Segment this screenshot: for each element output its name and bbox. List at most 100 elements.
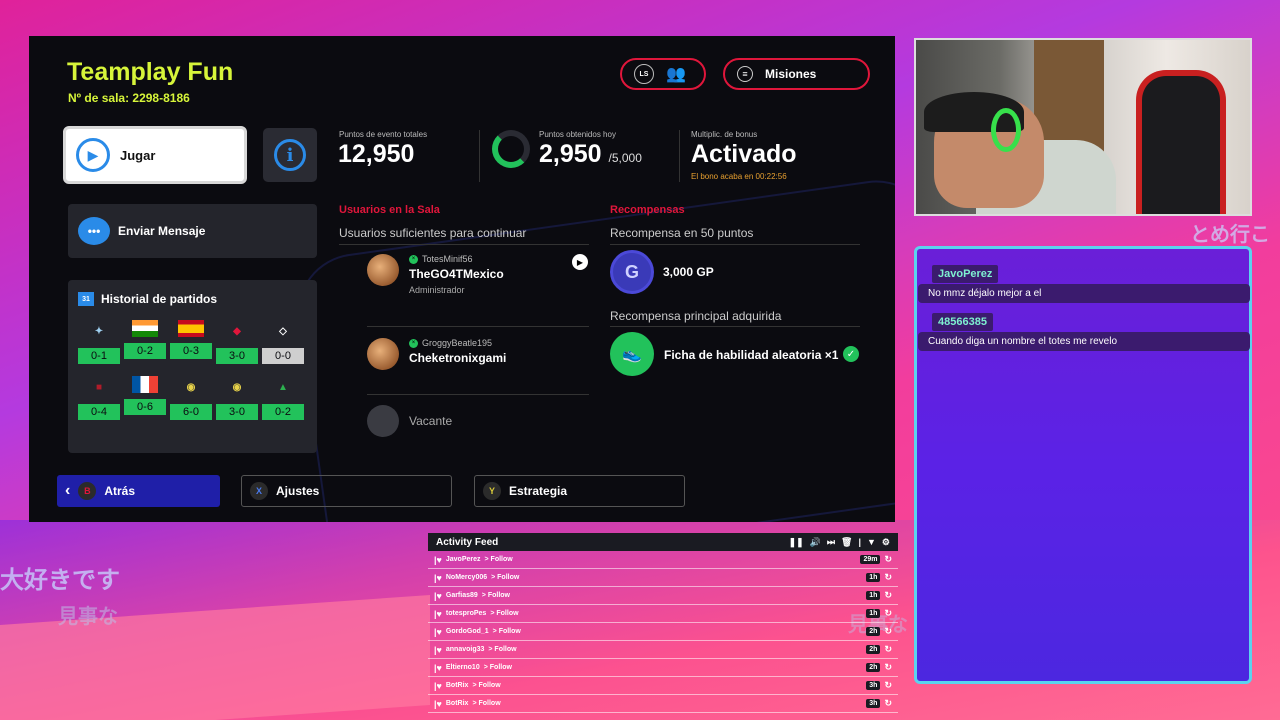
heart-icon: |♥ — [434, 644, 442, 655]
feed-row[interactable]: |♥ totesproPes > Follow 1h ↻ — [428, 605, 898, 623]
divider — [610, 244, 860, 245]
replay-icon[interactable]: ↻ — [884, 698, 892, 709]
feed-action: > Follow — [484, 556, 513, 563]
divider — [367, 326, 589, 327]
replay-icon[interactable]: ↻ — [884, 554, 892, 565]
bonus-value: Activado — [691, 140, 797, 168]
match-score: 0-2 — [124, 343, 166, 359]
heart-icon: |♥ — [434, 680, 442, 691]
match-history-item: ◉ 6-0 — [170, 376, 212, 420]
replay-icon[interactable]: ↻ — [884, 590, 892, 601]
match-score: 6-0 — [170, 404, 212, 420]
daily-progress-ring — [492, 130, 530, 168]
heart-icon: |♥ — [434, 572, 442, 583]
heart-icon: |♥ — [434, 662, 442, 673]
match-history-item: ▲ 0-2 — [262, 376, 304, 420]
feed-time: 2h — [866, 663, 881, 672]
menu-icon: ≡ — [737, 66, 753, 82]
feed-event: |♥ BotRix > Follow — [434, 699, 501, 709]
chat-text: No mmz déjalo mejor a el — [918, 284, 1250, 303]
missions-button[interactable]: ≡ Misiones — [723, 58, 870, 90]
heart-icon: |♥ — [434, 626, 442, 637]
feed-time: 29m — [860, 555, 881, 564]
bonus-timer: El bono acaba en 00:22:56 — [691, 172, 787, 181]
back-label: Atrás — [104, 484, 136, 498]
activity-feed-list: |♥ JavoPerez > Follow 29m ↻ |♥ NoMercy006 > Fol… — [428, 551, 898, 713]
feed-time: 2h — [866, 627, 881, 636]
feed-event: |♥ Garfias89 > Follow — [434, 591, 510, 601]
user-role: Administrador — [409, 285, 465, 295]
webcam-gaming-chair — [1136, 70, 1226, 214]
chevron-left-icon: ‹ — [65, 482, 71, 499]
people-icon: 👥 — [666, 66, 686, 83]
info-icon: i — [274, 139, 306, 171]
feed-time: 1h — [866, 573, 881, 582]
play-label: Jugar — [120, 147, 156, 163]
replay-icon[interactable]: ↻ — [884, 662, 892, 673]
replay-icon[interactable]: ↻ — [884, 626, 892, 637]
feed-event: |♥ totesproPes > Follow — [434, 609, 519, 619]
info-button[interactable]: i — [263, 128, 317, 182]
trash-icon[interactable]: 🗑 — [841, 537, 852, 548]
match-score: 3-0 — [216, 348, 258, 364]
feed-row[interactable]: |♥ BotRix > Follow 3h ↻ — [428, 677, 898, 695]
feed-event: |♥ Eltierno10 > Follow — [434, 663, 512, 673]
replay-icon[interactable]: ↻ — [884, 680, 892, 691]
decor-japanese-text: 大好きです — [0, 566, 120, 594]
play-button[interactable]: ▶ Jugar — [63, 126, 247, 184]
india-flag — [132, 320, 158, 337]
room-title: Teamplay Fun — [67, 58, 234, 86]
replay-icon[interactable]: ↻ — [884, 608, 892, 619]
gamertag-text: TotesMinif56 — [422, 254, 473, 264]
avatar — [367, 254, 399, 286]
users-section-subtitle: Usuarios suficientes para continuar — [339, 226, 527, 240]
feed-event: |♥ JavoPerez > Follow — [434, 555, 513, 565]
match-history-item: ◇ 0-0 — [262, 320, 304, 364]
chat-message: 48566385 Cuando diga un nombre el totes … — [918, 312, 1250, 351]
members-button[interactable]: LS 👥 — [620, 58, 706, 90]
feed-meta: 29m ↻ — [860, 554, 892, 565]
match-score: 0-0 — [262, 348, 304, 364]
stream-chat: JavoPerez No mmz déjalo mejor a el 48566… — [914, 246, 1252, 684]
room-user-vacant[interactable]: Vacante — [367, 405, 452, 437]
decor-japanese-text: とめ行こ — [1190, 222, 1270, 246]
match-history-title: Historial de partidos — [101, 292, 218, 306]
feed-row[interactable]: |♥ NoMercy006 > Follow 1h ↻ — [428, 569, 898, 587]
user-name: Cheketronixgami — [409, 351, 507, 365]
rewards-section-title: Recompensas — [610, 204, 685, 216]
room-user-2[interactable]: × GroggyBeatle195 Cheketronixgami — [367, 338, 506, 370]
settings-button[interactable]: X Ajustes — [241, 475, 452, 507]
skip-icon[interactable]: ⏭ — [827, 537, 835, 548]
feed-row[interactable]: |♥ Garfias89 > Follow 1h ↻ — [428, 587, 898, 605]
feed-meta: 1h ↻ — [866, 608, 892, 619]
feed-row[interactable]: |♥ GordoGod_1 > Follow 2h ↻ — [428, 623, 898, 641]
send-message-button[interactable]: ••• Enviar Mensaje — [68, 204, 317, 258]
feed-row[interactable]: |♥ Eltierno10 > Follow 2h ↻ — [428, 659, 898, 677]
match-score: 0-4 — [78, 404, 120, 420]
strategy-button[interactable]: Y Estrategia — [474, 475, 685, 507]
divider — [679, 130, 680, 182]
match-score: 0-6 — [124, 399, 166, 415]
feed-meta: 2h ↻ — [866, 626, 892, 637]
match-score: 3-0 — [216, 404, 258, 420]
replay-icon[interactable]: ↻ — [884, 644, 892, 655]
feed-row[interactable]: |♥ JavoPerez > Follow 29m ↻ — [428, 551, 898, 569]
reward-skill-card: Ficha de habilidad aleatoria ×1 — [664, 348, 839, 362]
feed-meta: 2h ↻ — [866, 644, 892, 655]
pause-icon[interactable]: ❚❚ — [789, 537, 804, 548]
gamertag: × GroggyBeatle195 — [409, 338, 506, 348]
filter-icon[interactable]: ▼ — [867, 537, 876, 548]
chat-username: JavoPerez — [932, 265, 999, 283]
divider — [479, 130, 480, 182]
feed-row[interactable]: |♥ BotRix > Follow 3h ↻ — [428, 695, 898, 713]
avatar — [367, 338, 399, 370]
back-button[interactable]: ‹ B Atrás — [57, 475, 220, 507]
match-history-grid: ✦ 0-1 0-2 0-3 ◆ 3-0 ◇ 0-0 ■ 0-4 0-6 ◉ 6-0 ◉ 3-0 ▲ 0-2 — [78, 320, 304, 420]
replay-icon[interactable]: ↻ — [884, 572, 892, 583]
gear-icon[interactable]: ⚙ — [882, 537, 890, 548]
feed-row[interactable]: |♥ annavoig33 > Follow 2h ↻ — [428, 641, 898, 659]
heart-icon: |♥ — [434, 698, 442, 709]
room-user-1[interactable]: × TotesMinif56 TheGO4TMexico Administrado… — [367, 254, 504, 295]
feed-meta: 1h ↻ — [866, 590, 892, 601]
volume-icon[interactable]: 🔊 — [810, 537, 821, 548]
